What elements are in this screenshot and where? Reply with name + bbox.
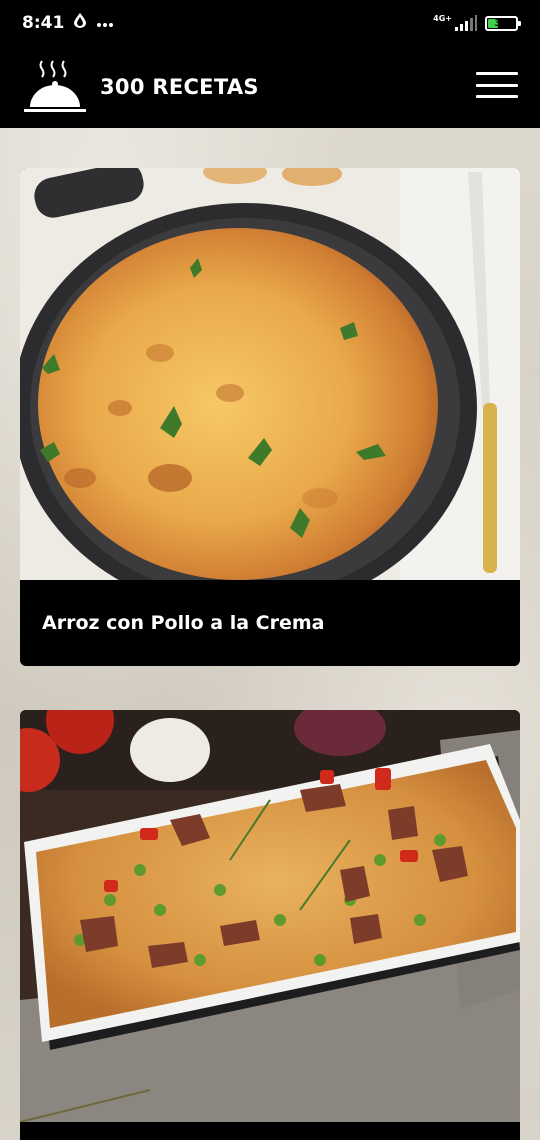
status-bar: 8:41 4G+ 37: [0, 0, 540, 46]
more-dots-icon: [96, 13, 114, 33]
network-label: 4G+: [433, 14, 452, 23]
menu-line: [476, 83, 518, 87]
status-right: 4G+ 37: [433, 15, 521, 31]
hamburger-menu-icon[interactable]: [476, 72, 518, 98]
recipe-title: Arroz con Pollo a la Crema: [42, 612, 325, 634]
water-drop-icon: [74, 13, 87, 33]
signal-icon: 4G+: [433, 15, 477, 31]
rice-chicken-casserole-photo: [20, 710, 520, 1122]
menu-line: [476, 72, 518, 75]
status-left: 8:41: [22, 13, 114, 33]
battery-label: 37: [494, 17, 509, 29]
recipe-card[interactable]: [20, 710, 520, 1140]
app-bar: 300 RECETAS: [0, 46, 540, 128]
recipe-list: Arroz con Pollo a la Crema: [0, 128, 540, 1140]
app-title: 300 RECETAS: [100, 75, 259, 99]
menu-line: [476, 95, 518, 98]
baked-rice-skillet-photo: [20, 168, 520, 580]
recipe-card[interactable]: Arroz con Pollo a la Crema: [20, 168, 520, 666]
serving-cloche-icon: [22, 57, 88, 117]
status-time: 8:41: [22, 13, 65, 33]
battery-icon: 37: [485, 15, 521, 31]
